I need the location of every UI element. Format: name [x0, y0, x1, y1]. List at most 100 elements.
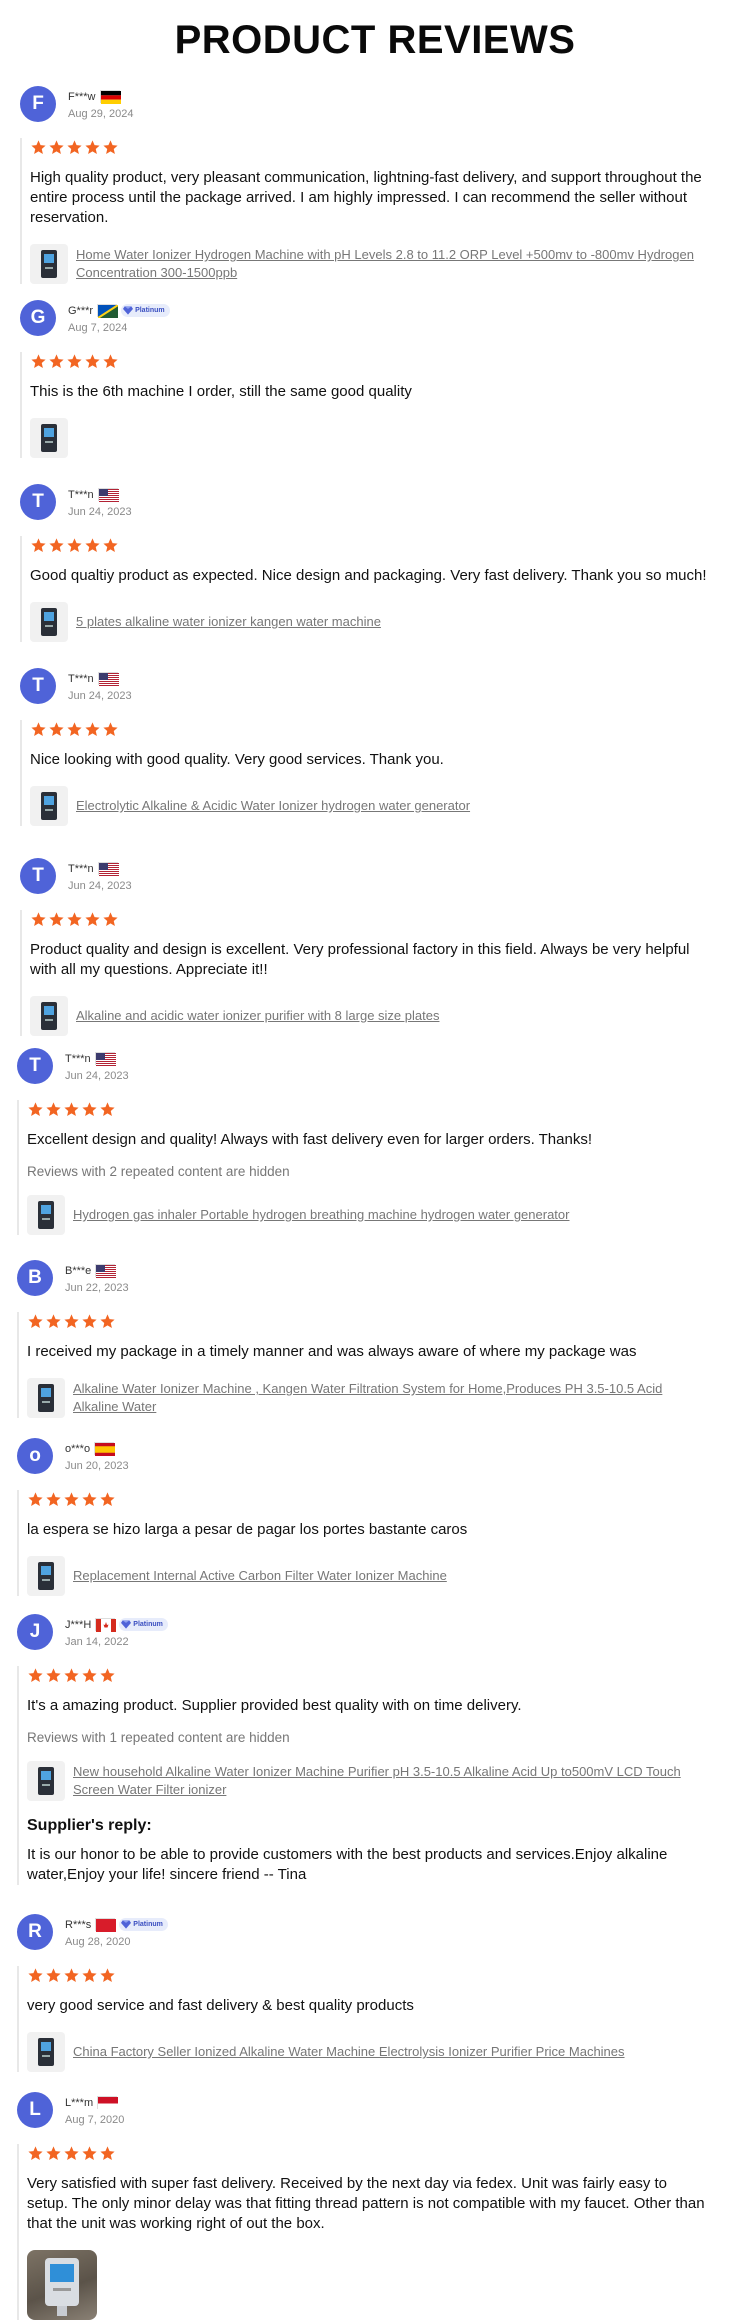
product-reference[interactable]: Hydrogen gas inhaler Portable hydrogen b…: [27, 1195, 710, 1235]
star-icon: [85, 353, 100, 368]
star-icon: [31, 353, 46, 368]
review-text: Excellent design and quality! Always wit…: [27, 1131, 593, 1148]
product-thumbnail[interactable]: [27, 1378, 65, 1418]
review-item: F F***w Aug 29, 2024 High quality produc…: [20, 82, 730, 296]
platinum-gem-icon: [123, 306, 134, 315]
reviewer-name: B***e: [65, 1264, 92, 1277]
product-thumbnail[interactable]: [30, 418, 68, 458]
reviewer-line: T***n: [65, 1051, 129, 1067]
avatar: G: [20, 300, 56, 336]
product-thumbnail[interactable]: [27, 1556, 65, 1596]
star-icon: [103, 911, 118, 926]
product-link[interactable]: Hydrogen gas inhaler Portable hydrogen b…: [73, 1206, 569, 1224]
star-icon: [46, 1313, 61, 1328]
product-reference[interactable]: 5 plates alkaline water ionizer kangen w…: [30, 602, 710, 642]
review-date: Jun 20, 2023: [65, 1459, 129, 1472]
review-header: L L***m Aug 7, 2020: [17, 2088, 710, 2132]
reviewer-name: F***w: [68, 90, 96, 103]
avatar: T: [20, 484, 56, 520]
reviewer-meta: T***n Jun 24, 2023: [65, 1051, 129, 1082]
product-thumbnail-icon: [38, 1767, 54, 1795]
review-header: G G***r Platinum Aug 7, 2024: [20, 296, 710, 340]
platinum-gem-icon: [121, 1920, 132, 1929]
star-icon: [67, 139, 82, 154]
reviewer-meta: R***s Platinum Aug 28, 2020: [65, 1917, 168, 1948]
product-link[interactable]: Alkaline and acidic water ionizer purifi…: [76, 1007, 439, 1025]
reviewer-name: L***m: [65, 2096, 94, 2109]
product-reference[interactable]: Alkaline Water Ionizer Machine , Kangen …: [27, 1378, 710, 1418]
review-body: High quality product, very pleasant comm…: [20, 138, 710, 284]
product-reference[interactable]: [30, 418, 710, 458]
review-item: R R***s Platinum Aug 28, 2020 very good …: [17, 1910, 730, 2088]
product-reference[interactable]: Home Water Ionizer Hydrogen Machine with…: [30, 244, 710, 284]
review-body: It's a amazing product. Supplier provide…: [17, 1666, 710, 1885]
star-rating: [27, 1100, 710, 1118]
review-date: Jun 22, 2023: [65, 1281, 129, 1294]
product-thumbnail[interactable]: [27, 1761, 65, 1801]
country-flag-icon: [95, 1264, 117, 1278]
star-icon: [67, 537, 82, 552]
star-icon: [49, 911, 64, 926]
review-item: T T***n Jun 24, 2023 Product quality and…: [20, 854, 730, 1044]
reviewer-line: J***H Platinum: [65, 1617, 168, 1633]
product-thumbnail[interactable]: [27, 1195, 65, 1235]
reviewer-name: T***n: [68, 672, 94, 685]
star-icon: [46, 1967, 61, 1982]
star-icon: [31, 537, 46, 552]
product-thumbnail[interactable]: [30, 996, 68, 1036]
reviewer-meta: G***r Platinum Aug 7, 2024: [68, 303, 170, 334]
country-flag-icon: [97, 2096, 119, 2110]
star-icon: [31, 911, 46, 926]
avatar: R: [17, 1914, 53, 1950]
product-thumbnail-icon: [41, 792, 57, 820]
reviewer-line: o***o: [65, 1441, 129, 1457]
review-body: very good service and fast delivery & be…: [17, 1966, 710, 2072]
reviewer-name: J***H: [65, 1618, 92, 1631]
product-link[interactable]: Home Water Ionizer Hydrogen Machine with…: [76, 246, 710, 282]
star-icon: [46, 1101, 61, 1116]
star-icon: [46, 1491, 61, 1506]
product-thumbnail[interactable]: [27, 2032, 65, 2072]
star-icon: [64, 1101, 79, 1116]
product-reference[interactable]: New household Alkaline Water Ionizer Mac…: [27, 1761, 710, 1801]
product-link[interactable]: Replacement Internal Active Carbon Filte…: [73, 1567, 447, 1585]
product-reference[interactable]: Alkaline and acidic water ionizer purifi…: [30, 996, 710, 1036]
product-thumbnail[interactable]: [30, 602, 68, 642]
product-link[interactable]: China Factory Seller Ionized Alkaline Wa…: [73, 2043, 625, 2061]
star-icon: [85, 911, 100, 926]
product-thumbnail-icon: [38, 1201, 54, 1229]
star-icon: [100, 1313, 115, 1328]
product-reference[interactable]: Replacement Internal Active Carbon Filte…: [27, 1556, 710, 1596]
star-rating: [30, 536, 710, 554]
review-body: Product quality and design is excellent.…: [20, 910, 710, 1036]
badge-label: Platinum: [133, 1621, 163, 1628]
reviewer-line: R***s Platinum: [65, 1917, 168, 1933]
product-link[interactable]: New household Alkaline Water Ionizer Mac…: [73, 1763, 710, 1799]
product-thumbnail[interactable]: [30, 244, 68, 284]
review-date: Aug 7, 2020: [65, 2113, 125, 2126]
review-text: Very satisfied with super fast delivery.…: [27, 2175, 705, 2232]
star-icon: [46, 2145, 61, 2160]
product-reference[interactable]: China Factory Seller Ionized Alkaline Wa…: [27, 2032, 710, 2072]
star-icon: [49, 721, 64, 736]
product-reference[interactable]: Electrolytic Alkaline & Acidic Water Ion…: [30, 786, 710, 826]
product-thumbnail-icon: [38, 1562, 54, 1590]
hidden-reviews-note: Reviews with 1 repeated content are hidd…: [27, 1730, 290, 1745]
reviewer-line: T***n: [68, 671, 132, 687]
star-icon: [64, 1491, 79, 1506]
review-text: Product quality and design is excellent.…: [30, 941, 690, 978]
product-link[interactable]: Electrolytic Alkaline & Acidic Water Ion…: [76, 797, 470, 815]
star-icon: [82, 2145, 97, 2160]
product-link[interactable]: Alkaline Water Ionizer Machine , Kangen …: [73, 1380, 710, 1416]
star-rating: [27, 2144, 710, 2162]
review-item: T T***n Jun 24, 2023 Nice looking with g…: [20, 664, 730, 854]
review-item: G G***r Platinum Aug 7, 2024 This is the…: [20, 296, 730, 480]
review-body: Very satisfied with super fast delivery.…: [17, 2144, 710, 2320]
reviewer-meta: o***o Jun 20, 2023: [65, 1441, 129, 1472]
review-header: B B***e Jun 22, 2023: [17, 1256, 710, 1300]
review-photo[interactable]: [27, 2250, 97, 2320]
star-rating: [27, 1966, 710, 1984]
product-link[interactable]: 5 plates alkaline water ionizer kangen w…: [76, 613, 381, 631]
product-thumbnail[interactable]: [30, 786, 68, 826]
star-icon: [103, 537, 118, 552]
